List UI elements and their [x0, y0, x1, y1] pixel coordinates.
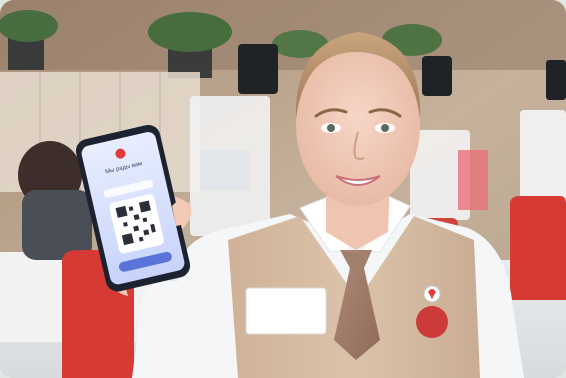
- name-badge: [245, 287, 327, 335]
- speaker-right: [422, 56, 452, 96]
- photo-frame: Мы рады вам: [0, 0, 566, 378]
- photo-scene: Мы рады вам: [0, 0, 566, 378]
- background-person-body: [22, 190, 92, 260]
- red-chair-right: [510, 196, 566, 300]
- round-badge: [416, 306, 448, 338]
- speaker-far-right: [546, 60, 566, 100]
- speaker-left: [238, 44, 278, 94]
